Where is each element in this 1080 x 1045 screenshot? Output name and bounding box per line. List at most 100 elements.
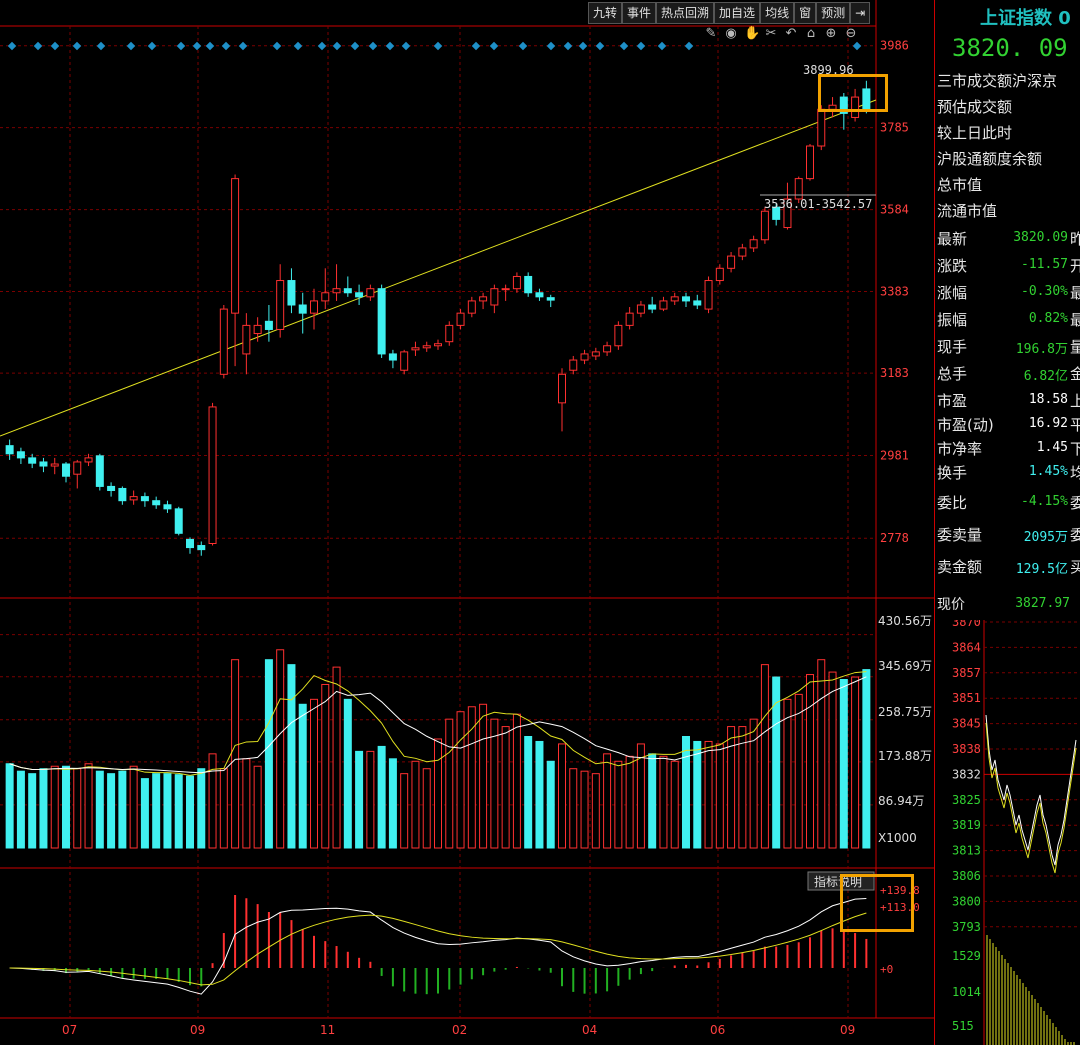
mini-price-label: 3806 (952, 869, 981, 883)
price-axis-label: 2778 (880, 531, 909, 545)
volume-bar (546, 760, 555, 849)
volume-bar (828, 671, 837, 849)
hand-icon[interactable]: ✋ (744, 26, 760, 41)
quote-suffix: 下 (1070, 440, 1080, 458)
candle-body (84, 457, 93, 463)
toolbar-ma-button[interactable]: 均线 (760, 2, 795, 24)
x-axis-label: 09 (840, 1023, 855, 1037)
gap-range-label: 3536.01-3542.57 (764, 197, 872, 211)
toolbar-forecast-button[interactable]: 预测 (816, 2, 851, 24)
volume-bar (794, 693, 803, 849)
event-marker (33, 41, 43, 51)
mini-price-value: 3827.97 (1015, 596, 1070, 611)
volume-bar (422, 768, 431, 849)
candle-body (445, 324, 454, 343)
volume-bar (197, 768, 206, 849)
toolbar-jiuzhuan-button[interactable]: 九转 (588, 2, 623, 24)
candle-body (422, 345, 431, 349)
quote-value: 3820.09 (1013, 230, 1068, 245)
quote-value: 16.92 (1028, 416, 1068, 431)
volume-bar (727, 726, 736, 849)
mini-price-label: 3838 (952, 742, 981, 756)
toolbar-add-watchlist-button[interactable]: 加自选 (714, 2, 761, 24)
eye-icon[interactable]: ◉ (724, 26, 738, 41)
event-marker (147, 41, 157, 51)
quote-label: 委卖量 (937, 526, 983, 544)
volume-bar (535, 740, 544, 849)
volume-bar (366, 750, 375, 849)
zoom-in-icon[interactable]: ⊕ (824, 26, 838, 41)
candle-body (321, 292, 330, 302)
volume-bar (253, 765, 262, 849)
candle-body (298, 304, 307, 314)
quote-value: 6.82亿 (1023, 369, 1068, 384)
x-axis-label: 04 (582, 1023, 597, 1037)
toolbar-window-button[interactable]: 窗 (794, 2, 817, 24)
candle-body (512, 275, 521, 290)
macd-series (9, 895, 868, 995)
x-axis-label: 06 (710, 1023, 725, 1037)
undo-icon[interactable]: ↶ (784, 26, 798, 41)
quote-value: 0.82% (1028, 311, 1068, 326)
candle-body (129, 496, 138, 501)
volume-bar (152, 773, 161, 849)
kline-chart-area[interactable]: 3986 3785 3584 3383 3183 2981 2778 430.56万 345.6… (0, 0, 934, 1045)
quote-value: 129.5亿 (1015, 562, 1068, 577)
lock-icon[interactable]: ⌂ (804, 26, 818, 41)
volume-bar (783, 698, 792, 849)
event-marker (595, 41, 605, 51)
event-marker (619, 41, 629, 51)
candle-body (5, 445, 14, 455)
event-marker (332, 41, 342, 51)
volume-bar (16, 770, 25, 849)
zoom-out-icon[interactable]: ⊖ (844, 26, 858, 41)
quote-value: -0.30% (1021, 284, 1068, 299)
volume-bar (400, 773, 409, 849)
quote-suffix: 均 (1070, 464, 1080, 482)
quote-label: 涨跌 (937, 257, 968, 275)
scissors-icon[interactable]: ✂ (764, 26, 778, 41)
candle-body (524, 275, 533, 294)
event-marker (96, 41, 106, 51)
volume-bar (580, 770, 589, 849)
toolbar-hotspot-button[interactable]: 热点回溯 (656, 2, 715, 24)
macd-value-label: +0 (880, 963, 893, 976)
candle-body (152, 500, 161, 506)
volume-bar (682, 736, 690, 849)
intraday-mini-chart[interactable]: 3870 3864 3857 3851 3845 3838 3832 3825 3819 3813… (934, 620, 1080, 1045)
volume-bar (377, 745, 386, 849)
x-axis-label: 11 (320, 1023, 335, 1037)
candle-body (355, 292, 364, 298)
volume-bar (129, 765, 138, 849)
event-marker (72, 41, 82, 51)
mini-price-label: 3851 (952, 691, 981, 705)
candle-body (558, 373, 566, 404)
candle-body (107, 485, 116, 491)
candle-body (479, 296, 488, 302)
candle-body (343, 288, 352, 294)
toolbar-collapse-icon[interactable]: ⇥ (850, 2, 871, 24)
mini-price-label: 3832 (952, 767, 981, 781)
candle-body (197, 545, 206, 551)
candle-body (591, 351, 600, 357)
quote-value: -11.57 (1021, 257, 1068, 272)
price-axis-label: 3584 (880, 203, 909, 217)
mini-price-label: 3825 (952, 793, 981, 807)
quote-label: 最新 (937, 230, 968, 248)
volume-axis-label: 430.56万 (878, 614, 932, 628)
quote-value: 2095万 (1023, 530, 1068, 545)
volume-bar (95, 770, 104, 849)
event-marker (471, 41, 481, 51)
volume-bar (355, 750, 364, 849)
quote-value: 1.45% (1028, 464, 1068, 479)
volume-bar (287, 664, 296, 849)
candle-body (62, 463, 70, 477)
candle-body (546, 297, 555, 301)
candle-body (208, 406, 217, 544)
candle-body (817, 108, 826, 147)
quote-label: 市净率 (937, 440, 983, 458)
pen-icon[interactable]: ✎ (704, 26, 718, 41)
volume-bar (84, 763, 93, 849)
toolbar-events-button[interactable]: 事件 (622, 2, 657, 24)
mini-price-label: 3800 (952, 894, 981, 908)
